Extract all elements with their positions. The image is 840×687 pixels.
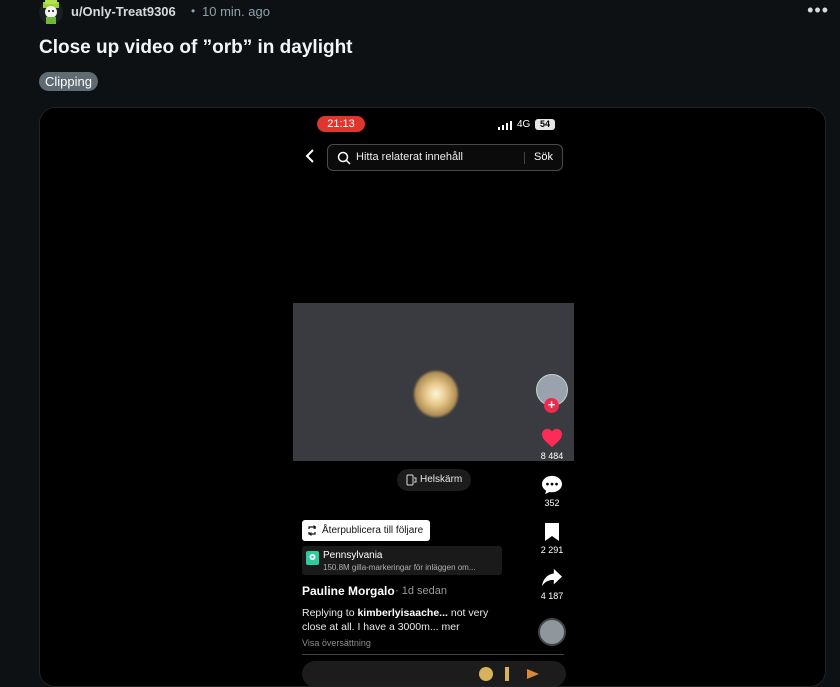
back-chevron-icon[interactable] [303, 148, 317, 164]
repost-icon [308, 525, 317, 536]
location-name: Pennsylvania [323, 550, 383, 561]
post-title: Close up video of ”orb” in daylight [39, 37, 353, 58]
bookmark-button[interactable]: 2 291 [532, 522, 572, 555]
video-player[interactable]: 21:13 4G 54 Hitta relaterat innehåll Sök [39, 107, 826, 687]
search-submit-button[interactable]: Sök [534, 151, 553, 163]
location-tag[interactable]: Pennsylvania 150.8M gilla-markeringar fö… [302, 546, 502, 575]
share-icon [542, 568, 562, 587]
comment-count: 352 [544, 498, 560, 508]
caption-mention[interactable]: kimberlyisaache... [357, 607, 447, 619]
reddit-avatar-icon[interactable] [39, 0, 63, 24]
search-placeholder: Hitta relaterat innehåll [356, 151, 464, 163]
comment-icon [542, 475, 562, 495]
video-author[interactable]: Pauline Morgalo [302, 584, 395, 598]
phone-screen-recording: 21:13 4G 54 Hitta relaterat innehåll Sök [293, 108, 574, 686]
meta-separator: • [191, 4, 196, 18]
post-author-link[interactable]: u/Only-Treat9306 [71, 4, 176, 19]
search-icon [337, 151, 351, 165]
search-divider [524, 152, 525, 164]
post-header: u/Only-Treat9306 • 10 min. ago ••• [39, 0, 829, 24]
more-icon[interactable]: ••• [807, 0, 829, 21]
bookmark-icon [545, 523, 559, 541]
location-subtitle: 150.8M gilla-markeringar för inläggen om… [323, 563, 476, 572]
save-count: 2 291 [540, 545, 564, 555]
comment-button[interactable]: 352 [532, 475, 572, 508]
heart-icon [542, 428, 562, 448]
video-progress-bar[interactable] [302, 654, 564, 655]
caption-prefix: Replying to [302, 607, 358, 619]
like-button[interactable]: 8 484 [532, 428, 572, 461]
music-disc[interactable] [538, 618, 566, 646]
post-time: 10 min. ago [202, 4, 270, 19]
follow-button[interactable]: + [544, 398, 559, 413]
video-caption[interactable]: Replying to kimberlyisaache... not very … [302, 606, 512, 634]
signal-icon [498, 121, 512, 130]
translate-link[interactable]: Visa översättning [302, 638, 371, 648]
emoji-icon [479, 667, 539, 681]
battery-indicator: 54 [535, 119, 555, 130]
like-count: 8 484 [540, 451, 564, 461]
fullscreen-button[interactable]: Helskärm [397, 469, 471, 491]
network-label: 4G [517, 119, 531, 130]
related-search-bar[interactable]: Hitta relaterat innehåll Sök [327, 144, 563, 171]
share-count: 4 187 [540, 591, 564, 601]
fullscreen-label: Helskärm [420, 474, 463, 485]
repost-label: Återpublicera till följare [322, 525, 424, 536]
share-button[interactable]: 4 187 [532, 568, 572, 601]
repost-button[interactable]: Återpublicera till följare [302, 520, 431, 541]
orb-object [414, 371, 458, 417]
fullscreen-icon [406, 474, 417, 486]
post-flair[interactable]: Clipping [39, 72, 98, 91]
comment-input-bar[interactable] [302, 661, 566, 686]
status-time-pill: 21:13 [317, 116, 365, 132]
video-post-time: · 1d sedan [395, 585, 447, 597]
location-pin-icon [306, 551, 319, 565]
